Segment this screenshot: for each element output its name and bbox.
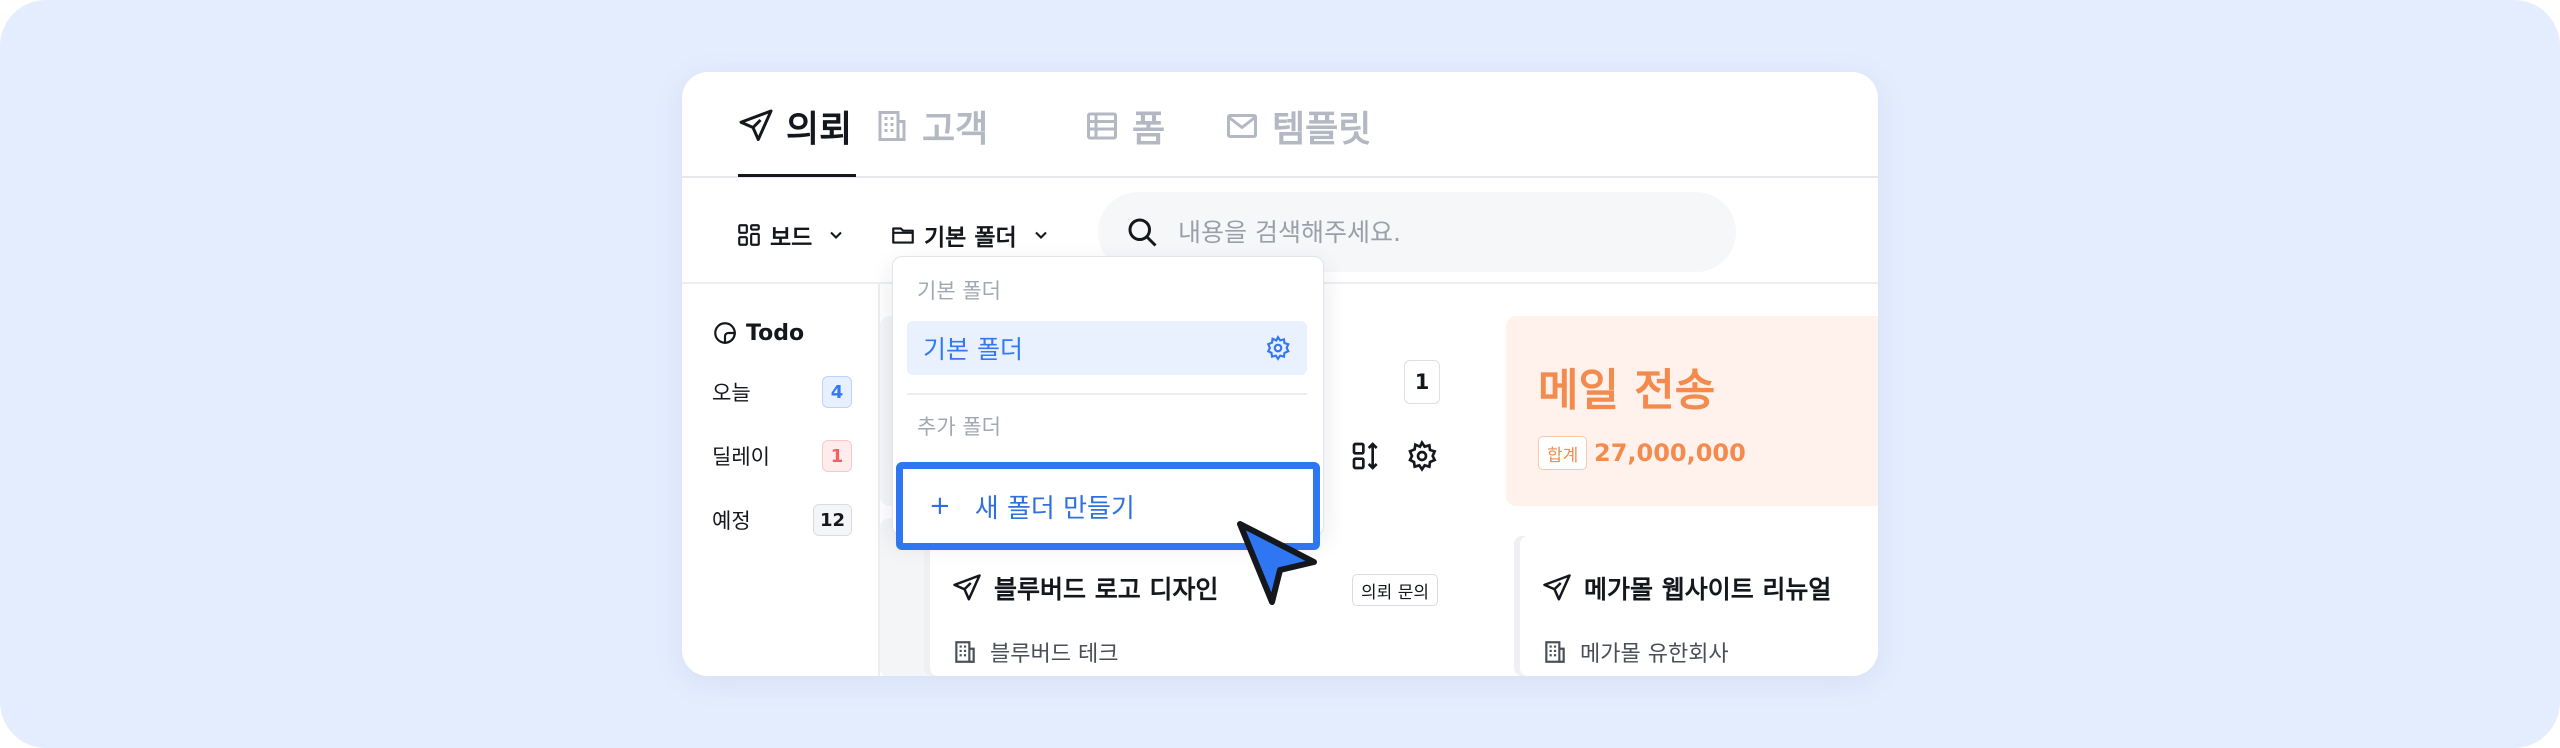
mail-icon: [1227, 114, 1257, 138]
sidebar-item-today[interactable]: 오늘 4: [712, 374, 852, 410]
paper-plane-icon: [953, 574, 981, 601]
folder-option-default[interactable]: 기본 폴더: [907, 321, 1307, 375]
column-title: 메일 전송: [1538, 365, 1716, 416]
sum-label: 합계: [1538, 436, 1588, 470]
paper-plane-icon: [739, 109, 773, 141]
plus-icon: +: [929, 491, 951, 521]
chevron-down-icon: [830, 231, 843, 239]
folder-option-label: 기본 폴더: [923, 335, 1023, 364]
active-tab-indicator: [738, 174, 856, 177]
todo-icon: [714, 322, 736, 344]
tab-requests[interactable]: 의뢰: [738, 100, 852, 152]
sidebar-item-label: 딜레이: [712, 445, 770, 469]
sort-icon[interactable]: [1350, 440, 1382, 472]
mouse-cursor-icon: [1237, 521, 1317, 605]
search-input[interactable]: [1178, 217, 1698, 247]
chevron-down-icon: [1034, 231, 1047, 239]
tab-bar: 의뢰 고객 폼 템플릿: [682, 72, 1878, 178]
card-client: 블루버드 테크: [952, 636, 1118, 668]
tab-label: 의뢰: [786, 109, 853, 150]
column-count-badge: 1: [1404, 360, 1440, 404]
paper-plane-icon: [1543, 574, 1571, 601]
card-title: 메가몰 웹사이트 리뉴얼: [1542, 570, 1831, 606]
sidebar-item-scheduled[interactable]: 예정 12: [712, 502, 852, 538]
tab-forms[interactable]: 폼: [1084, 100, 1165, 152]
board-view-icon: [738, 224, 760, 246]
tab-customers[interactable]: 고객: [874, 100, 988, 152]
card-bluebird[interactable]: 블루버드 로고 디자인 의뢰 문의 블루버드 테크: [930, 536, 1460, 676]
building-icon: [878, 111, 906, 141]
card-client: 메가몰 유한회사: [1542, 636, 1729, 668]
gear-icon[interactable]: [1406, 440, 1438, 472]
count-badge: 12: [812, 504, 852, 536]
card-title-text: 블루버드 로고 디자인: [994, 575, 1219, 604]
view-mode-button[interactable]: 보드: [736, 212, 846, 258]
sum-value: 27,000,000: [1594, 439, 1746, 467]
tab-label: 고객: [922, 109, 989, 150]
tab-templates[interactable]: 템플릿: [1224, 100, 1371, 152]
card-title-text: 메가몰 웹사이트 리뉴얼: [1584, 575, 1832, 604]
todo-title: Todo: [746, 320, 805, 346]
card-tag: 의뢰 문의: [1352, 574, 1438, 606]
card-client-text: 블루버드 테크: [990, 642, 1119, 667]
dropdown-section-label: 기본 폴더: [917, 279, 1001, 303]
count-badge: 4: [822, 376, 852, 408]
tab-label: 템플릿: [1272, 109, 1372, 150]
divider: [907, 393, 1307, 395]
view-mode-label: 보드: [770, 225, 813, 251]
stage-background: 의뢰 고객 폼 템플릿 보드 기본 폴더 내용을 검색해주세요. Todo 오늘…: [0, 0, 2560, 748]
todo-sidebar: Todo 오늘 4 딜레이 1 예정 12: [682, 284, 880, 676]
building-icon: [1545, 641, 1565, 663]
sidebar-item-delayed[interactable]: 딜레이 1: [712, 438, 852, 474]
card-megamall[interactable]: 메가몰 웹사이트 리뉴얼 메가몰 유한회사: [1520, 536, 1878, 676]
sidebar-item-label: 오늘: [712, 381, 751, 405]
building-icon: [955, 641, 975, 663]
todo-header: Todo: [712, 320, 804, 346]
dropdown-section-label: 추가 폴더: [917, 415, 1001, 439]
card-client-text: 메가몰 유한회사: [1580, 642, 1729, 667]
search-icon[interactable]: [1124, 214, 1160, 250]
folder-select-button[interactable]: 기본 폴더: [890, 212, 1051, 258]
gear-icon[interactable]: [1265, 335, 1291, 361]
sidebar-item-label: 예정: [712, 509, 751, 533]
folder-icon: [892, 227, 914, 244]
count-badge: 1: [822, 440, 852, 472]
form-icon: [1087, 112, 1117, 140]
tab-label: 폼: [1132, 109, 1166, 150]
card-title: 블루버드 로고 디자인: [952, 570, 1218, 606]
folder-select-label: 기본 폴더: [924, 225, 1017, 251]
new-folder-label: 새 폴더 만들기: [974, 493, 1135, 524]
